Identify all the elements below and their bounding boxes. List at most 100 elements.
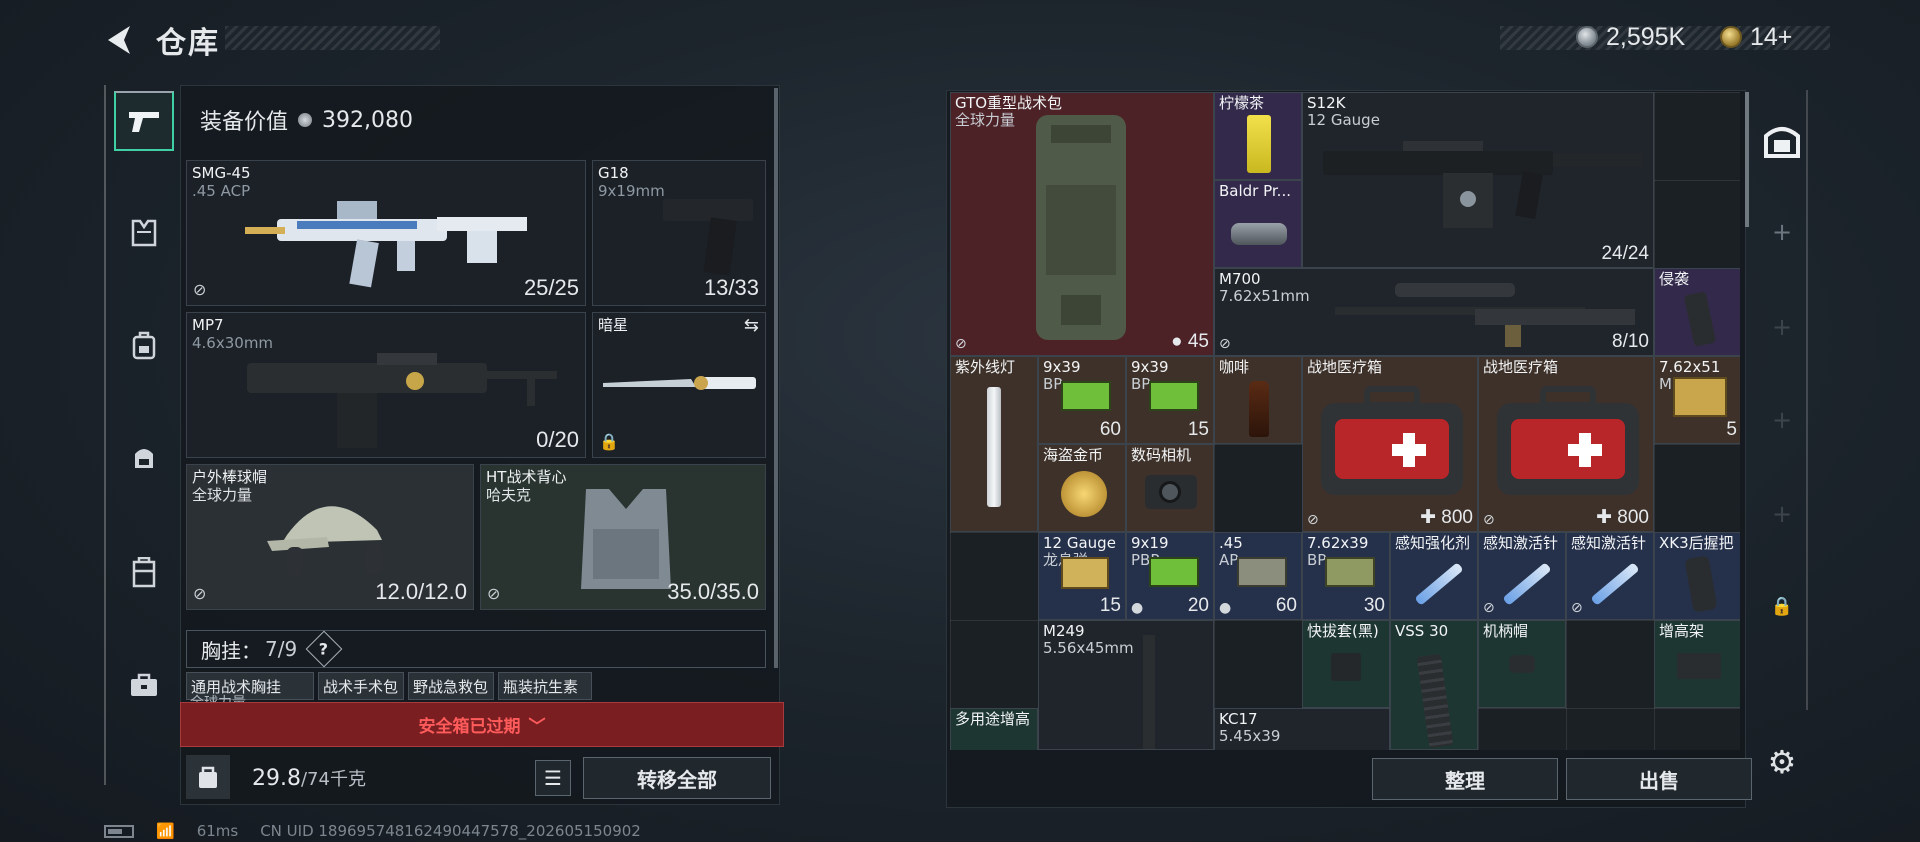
stash-scrollbar[interactable] [1745, 92, 1749, 227]
item-name: 多用途增高 [955, 710, 1031, 728]
nav-weapons[interactable] [114, 91, 174, 151]
item-name: KC17 [1219, 710, 1258, 728]
gold-currency[interactable]: 14+ [1720, 22, 1792, 52]
item-name: 机柄帽 [1483, 622, 1529, 640]
stash-item[interactable]: 海盗金币 [1038, 444, 1126, 532]
stash-item[interactable]: 战地医疗箱 ⊘ ✚ 800 [1478, 356, 1654, 532]
g18-pistol-image [663, 199, 753, 276]
no-insurance-icon: ⊘ [193, 584, 207, 603]
stash-item[interactable]: 紫外线灯 [950, 356, 1038, 532]
armor-faction: 哈夫克 [486, 486, 532, 504]
secondary-weapon-slot[interactable]: G18 9x19mm 13/33 [592, 160, 766, 306]
battery-icon [104, 824, 134, 838]
equipment-value-label: 装备价值 [200, 110, 289, 135]
ammo-icon: ● [1171, 331, 1183, 352]
page-title: 仓库 [156, 26, 220, 61]
transfer-all-button[interactable]: 转移全部 [583, 757, 771, 799]
sell-button[interactable]: 出售 [1566, 758, 1752, 800]
stash-item[interactable]: 机柄帽 [1478, 620, 1566, 708]
stash-item[interactable]: KC17 5.45x39 [1214, 708, 1390, 750]
stash-item[interactable]: 侵袭 [1654, 268, 1740, 356]
stash-item[interactable]: 9x19 PBP ● 20 [1126, 532, 1214, 620]
stash-item[interactable]: S12K 12 Gauge 24/24 [1302, 92, 1654, 268]
item-name: 12 Gauge [1043, 534, 1116, 552]
weapon-name: MP7 [192, 316, 224, 334]
stash-item[interactable]: .45 AP ● 60 [1214, 532, 1302, 620]
add-stash-tab-button[interactable]: + [1760, 398, 1804, 442]
stash-item[interactable]: 柠檬茶 [1214, 92, 1302, 180]
chest-item[interactable]: 瓶装抗生素 [498, 672, 592, 700]
item-sub: BP [1043, 375, 1063, 393]
stash-item[interactable]: 12 Gauge 龙息弹 15 [1038, 532, 1126, 620]
item-count: 15 [1187, 419, 1209, 440]
helmet-name: 户外棒球帽 [192, 468, 268, 486]
stash-item[interactable]: 快拔套(黑) [1302, 620, 1390, 708]
chest-item-name: 战术手术包 [323, 678, 399, 696]
primary-weapon-slot[interactable]: SMG-45 .45 ACP ⊘ 25/25 [186, 160, 586, 306]
stash-item[interactable]: 7.62x51 M62 5 [1654, 356, 1740, 444]
stash-item[interactable]: 咖啡 [1214, 356, 1302, 444]
nav-rig[interactable] [114, 543, 174, 603]
chest-rig-label: 胸挂： [201, 638, 261, 663]
helmet-faction: 全球力量 [192, 486, 253, 504]
stash-item[interactable]: 感知激活针 ⊘ [1478, 532, 1566, 620]
item-name: 9x19 [1131, 534, 1169, 552]
item-count: 20 [1187, 595, 1209, 616]
weight-icon-box [186, 755, 230, 799]
stash-tab-main[interactable] [1760, 118, 1804, 162]
help-icon[interactable]: ? [305, 630, 343, 668]
item-name: 9x39 [1043, 358, 1081, 376]
back-arrow-icon [108, 26, 130, 54]
stash-item[interactable]: 多用途增高 [950, 708, 1038, 750]
helmet-slot[interactable]: 户外棒球帽 全球力量 ⊘ 12.0/12.0 [186, 464, 474, 610]
item-name: 咖啡 [1219, 358, 1250, 376]
gold-coin-image [1061, 471, 1107, 517]
melee-name: 暗星 [598, 316, 629, 334]
chest-item[interactable]: 野战急救包 [408, 672, 494, 700]
stash-item[interactable]: 7.62x39 BP 30 [1302, 532, 1390, 620]
stash-item[interactable]: Baldr Pr... [1214, 180, 1302, 268]
add-stash-tab-button[interactable]: + [1760, 305, 1804, 349]
lock-icon: 🔒 [599, 432, 619, 451]
safebox-expired-banner[interactable]: 安全箱已过期 ﹀ [180, 702, 784, 747]
stash-item[interactable]: 感知强化剂 [1390, 532, 1478, 620]
equipment-category-nav [104, 85, 176, 785]
list-icon: ☰ [544, 766, 562, 790]
sort-button[interactable]: 整理 [1372, 758, 1558, 800]
stash-item[interactable]: VSS 30 [1390, 620, 1478, 750]
item-count: ✚ 800 [1420, 507, 1473, 528]
stash-item[interactable]: 9x39 BP 60 [1038, 356, 1126, 444]
melee-weapon-slot[interactable]: 暗星 ⇆ 🔒 [592, 312, 766, 458]
back-button[interactable] [100, 20, 140, 60]
stash-item[interactable]: 感知激活针 ⊘ [1566, 532, 1654, 620]
stash-item[interactable]: XK3后握把 [1654, 532, 1740, 620]
nav-backpack[interactable] [114, 315, 174, 375]
ammo-box-image [1061, 557, 1109, 589]
stash-item[interactable]: 数码相机 [1126, 444, 1214, 532]
nav-vest[interactable] [114, 203, 174, 263]
add-stash-tab-button[interactable]: + [1760, 492, 1804, 536]
list-view-button[interactable]: ☰ [535, 760, 571, 796]
ammo-box-image [1673, 377, 1727, 417]
add-stash-tab-button[interactable]: + [1760, 210, 1804, 254]
nav-bag[interactable] [114, 427, 174, 487]
swap-icon[interactable]: ⇆ [744, 315, 759, 336]
stash-item[interactable]: M249 5.56x45mm [1038, 620, 1214, 750]
stash-item[interactable]: 战地医疗箱 ⊘ ✚ 800 [1302, 356, 1478, 532]
nav-case[interactable] [114, 655, 174, 715]
locked-stash-tab[interactable]: 🔒 [1760, 584, 1804, 628]
uv-lamp-image [987, 387, 1001, 507]
stash-item[interactable]: GTO重型战术包 全球力量 ⊘ ● 45 [950, 92, 1214, 356]
carry-weight: 29.8/74千克 [252, 765, 366, 791]
chest-item[interactable]: 战术手术包 [318, 672, 404, 700]
equipment-scrollbar[interactable] [774, 88, 778, 668]
stash-item[interactable]: 9x39 BP 15 [1126, 356, 1214, 444]
stash-item[interactable]: 增高架 [1654, 620, 1740, 708]
primary-weapon-2-slot[interactable]: MP7 4.6x30mm 0/20 [186, 312, 586, 458]
armor-slot[interactable]: HT战术背心 哈夫克 ⊘ 35.0/35.0 [480, 464, 766, 610]
settings-button[interactable]: ⚙ [1760, 740, 1804, 784]
item-name: 感知激活针 [1483, 534, 1559, 552]
stash-item[interactable]: M700 7.62x51mm ⊘ 8/10 [1214, 268, 1654, 356]
item-count: 30 [1363, 595, 1385, 616]
title-decoration [225, 26, 440, 50]
